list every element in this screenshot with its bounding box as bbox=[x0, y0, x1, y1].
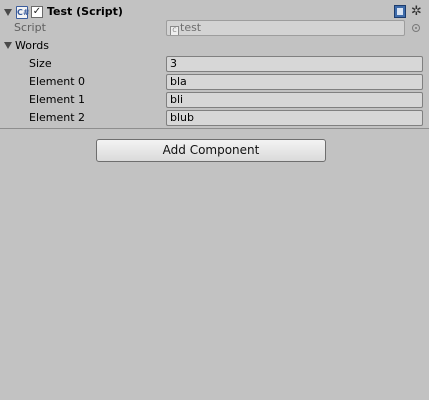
element-label: Element 1 bbox=[29, 93, 86, 106]
help-book-icon[interactable] bbox=[394, 5, 406, 18]
element-input[interactable]: bla bbox=[166, 74, 423, 90]
size-label: Size bbox=[29, 57, 52, 70]
element-label: Element 2 bbox=[29, 111, 86, 124]
element-input[interactable]: blub bbox=[166, 110, 423, 126]
csharp-script-icon: C# bbox=[16, 6, 30, 19]
target-icon[interactable] bbox=[412, 24, 420, 32]
words-label[interactable]: Words bbox=[15, 39, 49, 53]
size-input[interactable]: 3 bbox=[166, 56, 423, 72]
add-component-button[interactable]: Add Component bbox=[96, 139, 326, 162]
script-object-field: Ctest bbox=[166, 20, 405, 36]
script-file-icon: C bbox=[170, 26, 179, 35]
component-title: Test (Script) bbox=[47, 5, 123, 18]
words-foldout-arrow[interactable] bbox=[4, 42, 12, 49]
script-field-value: test bbox=[180, 21, 202, 34]
component-enabled-checkbox[interactable]: ✓ bbox=[31, 6, 43, 18]
gear-icon[interactable]: ✲ bbox=[411, 5, 422, 18]
element-label: Element 0 bbox=[29, 75, 86, 88]
component-foldout-arrow[interactable] bbox=[4, 9, 12, 16]
script-label: Script bbox=[14, 21, 46, 34]
element-input[interactable]: bli bbox=[166, 92, 423, 108]
component-separator bbox=[0, 128, 429, 129]
